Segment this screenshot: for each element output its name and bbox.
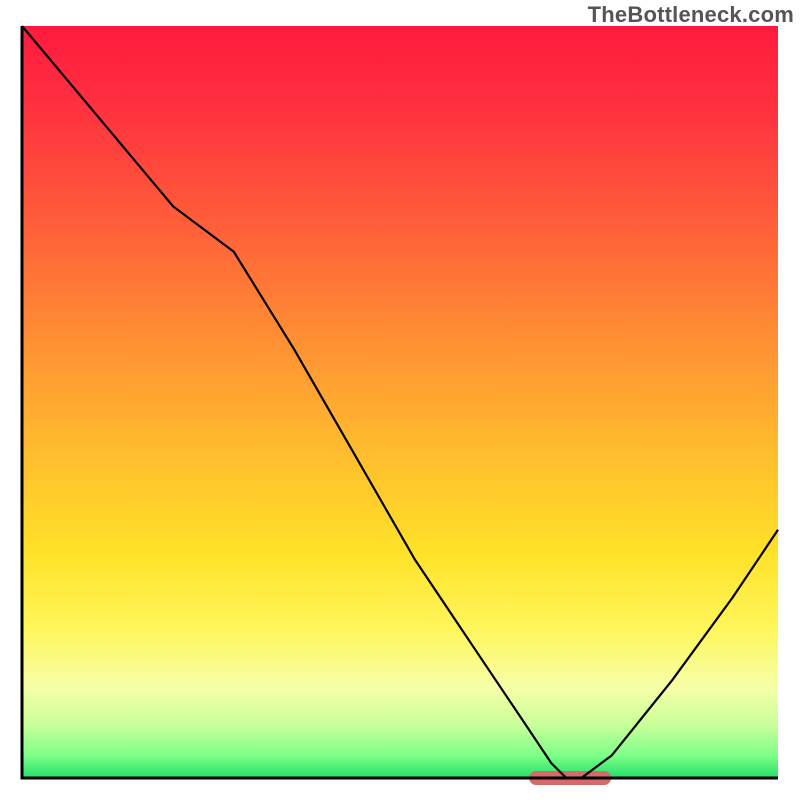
gradient-background	[22, 26, 778, 778]
chart-container: TheBottleneck.com	[0, 0, 800, 800]
bottleneck-chart	[0, 0, 800, 800]
watermark-text: TheBottleneck.com	[588, 2, 794, 28]
